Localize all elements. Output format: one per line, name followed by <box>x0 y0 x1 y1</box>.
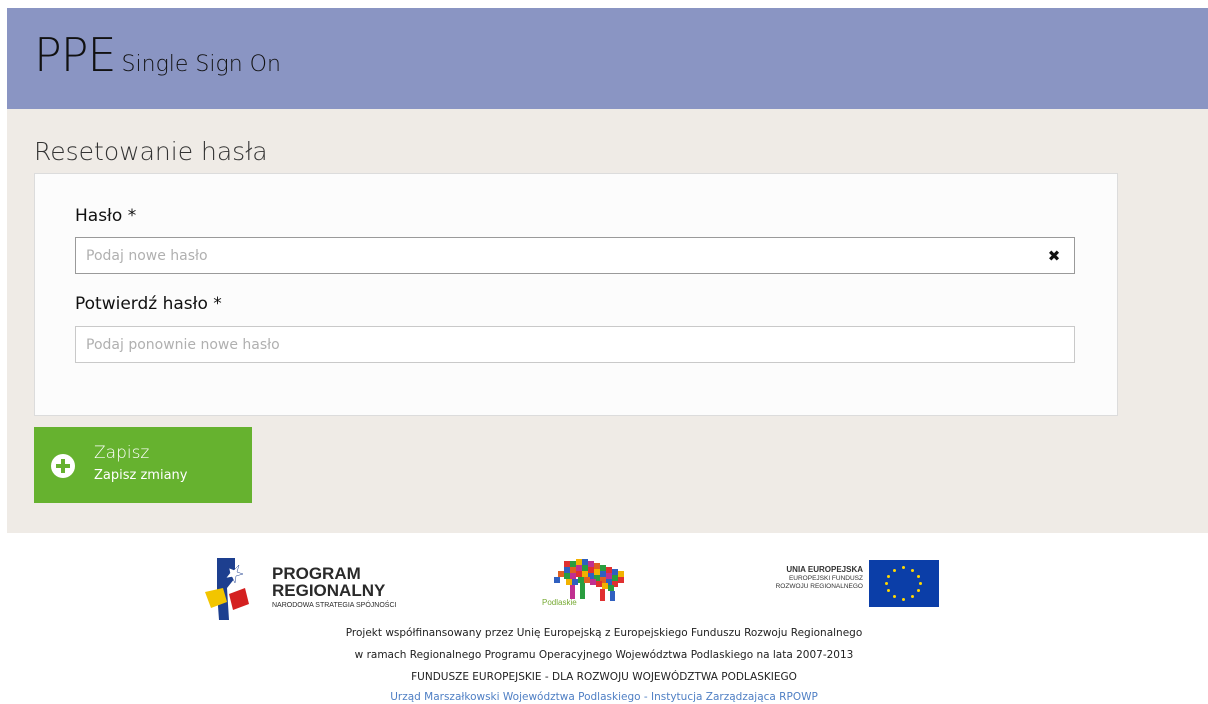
podlaskie-label: Podlaskie <box>542 598 577 607</box>
top-strip <box>0 0 1208 8</box>
confirm-password-label: Potwierdź hasło * <box>75 294 222 314</box>
footer-line-2: w ramach Regionalnego Programu Operacyjn… <box>354 649 854 661</box>
brand-name: PPE <box>34 28 117 82</box>
save-button-title: Zapisz <box>94 443 150 463</box>
app-brand[interactable]: PPE Single Sign On <box>34 28 281 82</box>
footer-line-1: Projekt współfinansowany przez Unię Euro… <box>345 627 863 639</box>
page-title: Resetowanie hasła <box>34 137 268 166</box>
program-line2: REGIONALNY <box>272 581 386 600</box>
password-input[interactable] <box>76 238 1074 273</box>
confirm-password-input[interactable] <box>76 327 1074 362</box>
password-field[interactable]: ✖ <box>75 237 1075 274</box>
header-bar: PPE Single Sign On <box>7 8 1208 109</box>
footer-link[interactable]: Urząd Marszałkowski Województwa Podlaski… <box>0 691 1208 703</box>
ue-line3: ROZWOJU REGIONALNEGO <box>775 583 863 590</box>
main-content: Resetowanie hasła Hasło * ✖ Potwierdź ha… <box>7 109 1208 533</box>
brand-subtitle: Single Sign On <box>121 52 281 77</box>
plus-circle-icon <box>51 454 75 478</box>
ue-line2: EUROPEJSKI FUNDUSZ <box>788 575 863 582</box>
program-regionalny-logo-icon <box>205 558 249 620</box>
clear-icon[interactable]: ✖ <box>1046 248 1062 264</box>
password-label: Hasło * <box>75 206 137 226</box>
reset-password-form: Hasło * ✖ Potwierdź hasło * <box>34 173 1118 416</box>
eu-text: UNIA EUROPEJSKA EUROPEJSKI FUNDUSZ ROZWO… <box>735 565 863 591</box>
save-button[interactable]: Zapisz Zapisz zmiany <box>34 427 252 503</box>
eu-flag-icon <box>869 560 939 607</box>
program-line3: NARODOWA STRATEGIA SPÓJNOŚCI <box>272 602 397 609</box>
ue-line1: UNIA EUROPEJSKA <box>786 565 863 574</box>
program-line1: PROGRAM <box>272 564 361 583</box>
footer-line-3: FUNDUSZE EUROPEJSKIE - DLA ROZWOJU WOJEW… <box>411 671 797 683</box>
footer-logos: PROGRAM REGIONALNY NARODOWA STRATEGIA SP… <box>0 533 1208 623</box>
footer: PROGRAM REGIONALNY NARODOWA STRATEGIA SP… <box>0 533 1208 704</box>
confirm-password-field[interactable] <box>75 326 1075 363</box>
save-button-subtitle: Zapisz zmiany <box>94 468 188 483</box>
program-regionalny-text: PROGRAM REGIONALNY NARODOWA STRATEGIA SP… <box>272 565 396 611</box>
